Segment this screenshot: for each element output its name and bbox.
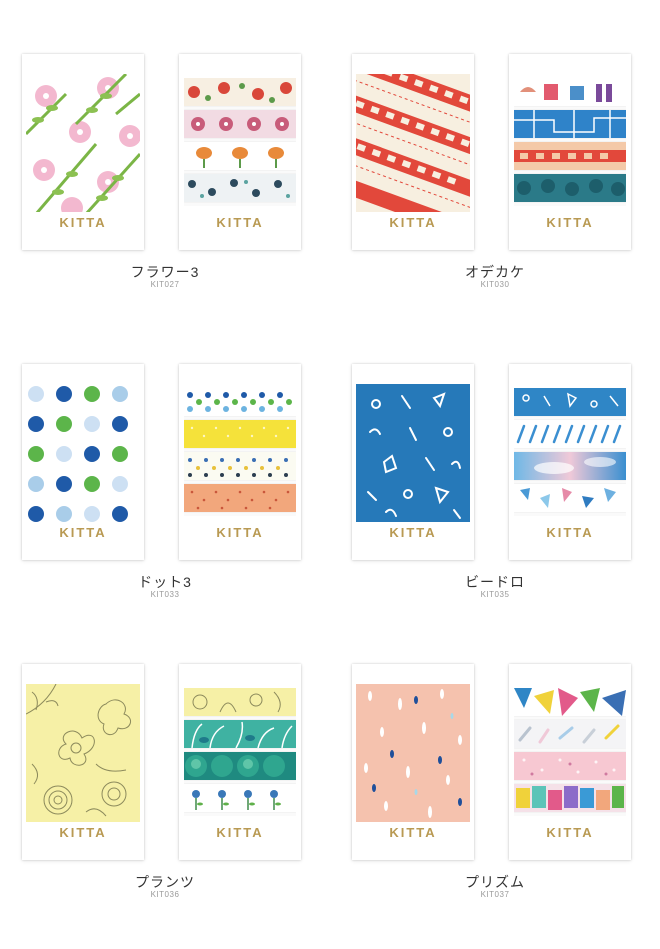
tape-strip bbox=[184, 484, 296, 512]
tape-set bbox=[514, 388, 626, 516]
tape-strip bbox=[184, 452, 296, 480]
tape-strip bbox=[184, 78, 296, 106]
tape-strip bbox=[184, 174, 296, 202]
package-back: KITTA bbox=[509, 664, 631, 860]
tape-strip bbox=[184, 420, 296, 448]
product-code: KIT037 bbox=[480, 890, 510, 899]
brand-logo: KITTA bbox=[216, 215, 264, 230]
product-name: ドット3 bbox=[138, 574, 192, 590]
tape-strip bbox=[514, 142, 626, 170]
product-code: KIT030 bbox=[480, 280, 510, 289]
tape-strip bbox=[184, 142, 296, 170]
tape-strip bbox=[514, 720, 626, 748]
brand-logo: KITTA bbox=[216, 525, 264, 540]
product-vidro[interactable]: KITTA KITTA ビードロ KIT035 bbox=[330, 330, 660, 646]
package-back: KITTA bbox=[179, 54, 301, 250]
brand-logo: KITTA bbox=[59, 525, 107, 540]
package-back: KITTA bbox=[179, 364, 301, 560]
product-name: フラワー3 bbox=[130, 264, 200, 280]
package-front: KITTA bbox=[22, 364, 144, 560]
tape-strip bbox=[514, 452, 626, 480]
tape-strip bbox=[184, 720, 296, 748]
tape-strip bbox=[514, 78, 626, 106]
product-code: KIT027 bbox=[150, 280, 180, 289]
product-dot3[interactable]: KITTA KITTA ドット3 KIT033 bbox=[0, 330, 330, 646]
tape-strip bbox=[514, 110, 626, 138]
product-code: KIT036 bbox=[150, 890, 180, 899]
tape-strip bbox=[184, 388, 296, 416]
brand-logo: KITTA bbox=[546, 825, 594, 840]
product-code: KIT035 bbox=[480, 590, 510, 599]
tape-set bbox=[184, 688, 296, 816]
dot-pattern-art bbox=[26, 384, 140, 522]
tape-set bbox=[184, 78, 296, 206]
package-back: KITTA bbox=[179, 664, 301, 860]
tape-strip bbox=[514, 484, 626, 512]
tape-strip bbox=[514, 174, 626, 202]
brand-logo: KITTA bbox=[59, 825, 107, 840]
tape-strip bbox=[514, 752, 626, 780]
brand-logo: KITTA bbox=[546, 215, 594, 230]
package-front: KITTA bbox=[352, 54, 474, 250]
product-code: KIT033 bbox=[150, 590, 180, 599]
tape-set bbox=[514, 78, 626, 206]
product-odekake[interactable]: KITTA KITTA オデカケ KIT030 bbox=[330, 20, 660, 336]
tape-strip bbox=[514, 420, 626, 448]
tape-strip bbox=[184, 784, 296, 812]
product-prism[interactable]: KITTA KITTA プリズム KIT037 bbox=[330, 630, 660, 946]
package-front: KITTA bbox=[352, 664, 474, 860]
package-front: KITTA bbox=[352, 364, 474, 560]
tape-strip bbox=[184, 688, 296, 716]
tape-set bbox=[514, 688, 626, 816]
product-flower3[interactable]: KITTA KITTA フラワー3 KIT027 bbox=[0, 20, 330, 336]
brand-logo: KITTA bbox=[216, 825, 264, 840]
product-name: ビードロ bbox=[465, 574, 525, 590]
brand-logo: KITTA bbox=[546, 525, 594, 540]
flower-pattern-art bbox=[26, 74, 140, 212]
botanical-pattern-art bbox=[26, 684, 140, 822]
package-front: KITTA bbox=[22, 664, 144, 860]
product-name: プランツ bbox=[135, 874, 195, 890]
brand-logo: KITTA bbox=[59, 215, 107, 230]
tape-strip bbox=[184, 110, 296, 138]
brand-logo: KITTA bbox=[389, 215, 437, 230]
tape-strip bbox=[514, 688, 626, 716]
brand-logo: KITTA bbox=[389, 825, 437, 840]
tape-strip bbox=[184, 752, 296, 780]
train-pattern-art bbox=[356, 74, 470, 212]
package-front: KITTA bbox=[22, 54, 144, 250]
terrazzo-pattern-art bbox=[356, 684, 470, 822]
glass-pattern-art bbox=[356, 384, 470, 522]
product-name: オデカケ bbox=[465, 264, 525, 280]
tape-strip bbox=[514, 784, 626, 812]
brand-logo: KITTA bbox=[389, 525, 437, 540]
product-name: プリズム bbox=[465, 874, 525, 890]
package-back: KITTA bbox=[509, 54, 631, 250]
package-back: KITTA bbox=[509, 364, 631, 560]
product-plants[interactable]: KITTA KITTA プランツ KIT036 bbox=[0, 630, 330, 946]
tape-strip bbox=[514, 388, 626, 416]
tape-set bbox=[184, 388, 296, 516]
